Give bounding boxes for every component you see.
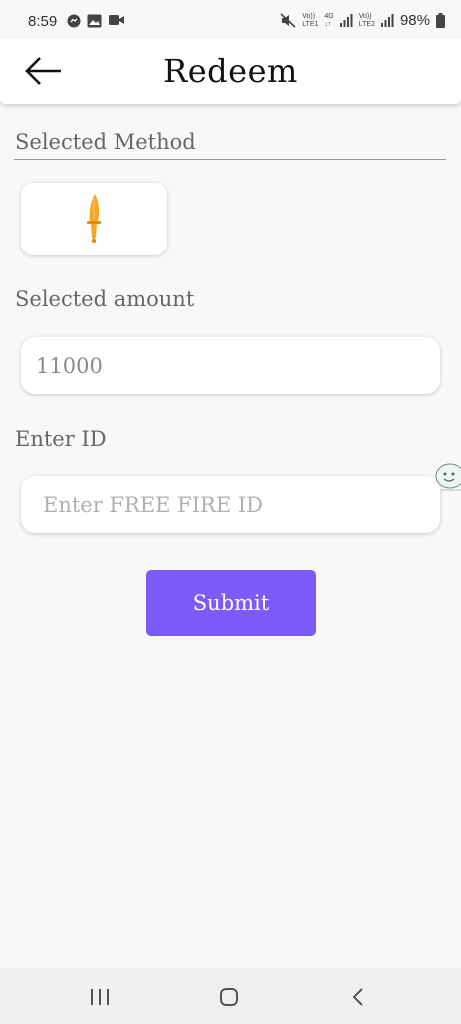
network-indicator: 4G ↓↑ — [324, 13, 333, 29]
status-right: Vo)) LTE1 4G ↓↑ Vo)) LTE2 98% — [280, 12, 445, 29]
net-top: 4G — [324, 12, 334, 20]
net-bottom: ↓↑ — [324, 20, 332, 28]
enter-id-label: Enter ID — [15, 427, 107, 451]
signal-icon — [380, 14, 394, 27]
recents-icon — [91, 989, 109, 1005]
home-icon — [220, 988, 238, 1006]
floating-assistant-bubble[interactable] — [433, 460, 461, 496]
sim2-top: Vo)) — [358, 12, 372, 20]
gallery-icon — [87, 14, 102, 28]
mute-icon — [280, 13, 296, 28]
method-card[interactable] — [21, 183, 167, 255]
sim1-bottom: LTE1 — [302, 20, 319, 28]
selected-method-label: Selected Method — [15, 130, 196, 154]
free-fire-id-input[interactable] — [36, 491, 425, 518]
battery-icon — [436, 13, 445, 28]
sim2-bottom: LTE2 — [358, 20, 375, 28]
method-divider — [14, 159, 446, 160]
status-time: 8:59 — [28, 13, 58, 30]
messenger-icon — [67, 14, 81, 28]
knife-icon — [87, 194, 101, 244]
id-field-container[interactable] — [21, 476, 440, 533]
app-bar: Redeem — [0, 38, 461, 104]
sim1-top: Vo)) — [302, 12, 316, 20]
home-button[interactable] — [209, 982, 249, 1012]
back-icon — [352, 988, 363, 1006]
chat-bubble-icon — [435, 463, 461, 491]
page-title: Redeem — [163, 52, 298, 90]
selected-amount-label: Selected amount — [15, 287, 195, 311]
amount-field: 11000 — [21, 337, 440, 394]
recents-button[interactable] — [80, 982, 120, 1012]
sim1-indicator: Vo)) LTE1 — [302, 13, 318, 29]
amount-value: 11000 — [36, 353, 103, 378]
battery-percent: 98% — [399, 12, 430, 29]
video-icon — [109, 15, 124, 25]
nav-back-button[interactable] — [338, 982, 378, 1012]
submit-button[interactable]: Submit — [146, 570, 316, 636]
sim2-indicator: Vo)) LTE2 — [359, 13, 375, 29]
system-nav-bar — [0, 968, 461, 1024]
signal-icon — [339, 14, 353, 27]
